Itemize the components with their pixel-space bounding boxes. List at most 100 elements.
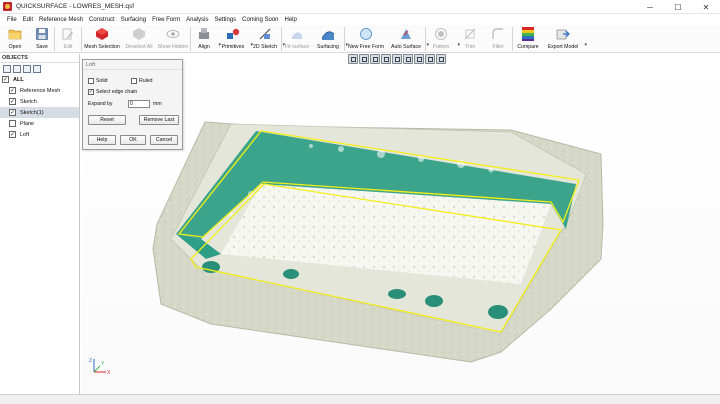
view-top-button[interactable] — [403, 54, 413, 64]
tree-item-all[interactable]: ✓ ALL — [0, 74, 79, 85]
visibility-checkbox[interactable]: ✓ — [9, 131, 16, 138]
filter-icon[interactable] — [23, 64, 31, 73]
auto-surface-button[interactable]: Auto Surface ▾ — [387, 25, 429, 53]
eye-icon — [166, 27, 180, 41]
tree-item-sketch[interactable]: ✓ Sketch — [0, 96, 79, 107]
auto-surface-icon — [399, 27, 413, 41]
compare-button[interactable]: Compare — [513, 25, 543, 53]
remove-last-button[interactable]: Remove Last — [139, 115, 179, 125]
minimize-button[interactable]: ─ — [636, 0, 664, 14]
view-back-button[interactable] — [370, 54, 380, 64]
solid-checkbox[interactable] — [88, 78, 94, 84]
objects-tree: ✓ ALL ✓ Reference Mesh ✓ Sketch ✓ Sketch… — [0, 74, 79, 140]
new-free-form-button[interactable]: New Free Form — [345, 25, 387, 53]
maximize-button[interactable]: ☐ — [664, 0, 692, 14]
tree-item-reference-mesh[interactable]: ✓ Reference Mesh — [0, 85, 79, 96]
tree-item-sketch-1[interactable]: ✓ Sketch(1) — [0, 107, 79, 118]
surface-patch — [283, 269, 299, 279]
trim-icon — [463, 27, 477, 41]
menu-settings[interactable]: Settings — [211, 17, 239, 23]
loft-dialog: Loft Solid Ruled ✓ Select edge chain Exp… — [82, 59, 183, 150]
deselect-all-button[interactable]: Deselect All — [122, 25, 156, 53]
view-left-button[interactable] — [381, 54, 391, 64]
view-shading-button[interactable] — [436, 54, 446, 64]
export-dropdown-caret[interactable]: ▾ — [584, 42, 587, 48]
menu-free-form[interactable]: Free Form — [149, 17, 183, 23]
align-icon — [197, 27, 211, 41]
tree-item-loft[interactable]: ✓ Loft — [0, 129, 79, 140]
mesh-selection-icon — [95, 27, 109, 41]
view-fit-button[interactable] — [425, 54, 435, 64]
objects-panel-header: OBJECTS — [0, 54, 79, 63]
window-title: QUICKSURFACE - LOWRES_MESH.qsf — [16, 3, 135, 10]
open-button[interactable]: Open — [0, 25, 30, 53]
floppy-disk-icon — [35, 27, 49, 41]
tree-item-plane[interactable]: Plane — [0, 118, 79, 129]
axis-x-label: X — [107, 370, 111, 376]
axis-z-label: Z — [89, 358, 92, 364]
cancel-button[interactable]: Cancel — [150, 135, 178, 145]
primitives-button[interactable]: Primitives ▾ — [217, 25, 253, 53]
ruled-option[interactable]: Ruled — [131, 78, 153, 84]
ok-button[interactable]: OK — [120, 135, 146, 145]
menu-reference-mesh[interactable]: Reference Mesh — [36, 17, 86, 23]
export-model-button[interactable]: Export Model ▾ — [543, 25, 587, 53]
expand-by-unit: mm — [153, 101, 162, 107]
menu-coming-soon[interactable]: Coming Soon — [239, 17, 281, 23]
menu-bar: File Edit Reference Mesh Construct Surfa… — [0, 14, 720, 25]
surface-patch — [388, 289, 406, 299]
save-button[interactable]: Save — [30, 25, 54, 53]
close-button[interactable]: ✕ — [692, 0, 720, 14]
visibility-checkbox[interactable]: ✓ — [9, 109, 16, 116]
pattern-icon — [434, 27, 448, 41]
expand-by-input[interactable]: 0 — [128, 100, 150, 108]
sketch-icon — [258, 27, 272, 41]
list-view-icon[interactable] — [3, 64, 11, 73]
menu-edit[interactable]: Edit — [20, 17, 36, 23]
edit-button[interactable]: Edit — [55, 25, 81, 53]
view-iso-button[interactable] — [348, 54, 358, 64]
select-edge-chain-option[interactable]: ✓ Select edge chain — [88, 89, 137, 95]
surfacing-icon — [321, 27, 335, 41]
status-bar — [0, 394, 720, 404]
free-form-icon — [359, 27, 373, 41]
select-edge-chain-checkbox[interactable]: ✓ — [88, 89, 94, 95]
pattern-button[interactable]: Pattern ▾ — [426, 25, 460, 53]
menu-file[interactable]: File — [4, 17, 20, 23]
help-button[interactable]: Help — [88, 135, 116, 145]
expand-by-label: Expand by — [88, 101, 113, 107]
view-bottom-button[interactable] — [414, 54, 424, 64]
menu-surfacing[interactable]: Surfacing — [118, 17, 149, 23]
fit-surface-button[interactable]: Fit surface — [282, 25, 312, 53]
fit-surface-icon — [290, 27, 304, 41]
show-hidden-button[interactable]: Show Hidden — [156, 25, 190, 53]
settings-icon[interactable] — [33, 64, 41, 73]
axis-y-label: Y — [101, 361, 105, 367]
reset-button[interactable]: Reset — [88, 115, 126, 125]
pencil-icon — [61, 27, 75, 41]
export-icon — [556, 27, 570, 41]
visibility-checkbox[interactable]: ✓ — [9, 98, 16, 105]
view-toolbar — [348, 54, 446, 64]
visibility-checkbox[interactable] — [9, 120, 16, 127]
solid-option[interactable]: Solid — [88, 78, 108, 84]
menu-analysis[interactable]: Analysis — [183, 17, 211, 23]
view-front-button[interactable] — [359, 54, 369, 64]
mesh-selection-button[interactable]: Mesh Selection — [82, 25, 122, 53]
fillet-button[interactable]: Fillet — [484, 25, 512, 53]
2d-sketch-button[interactable]: 2D Sketch ▾ — [249, 25, 285, 53]
ruled-checkbox[interactable] — [131, 78, 137, 84]
menu-help[interactable]: Help — [282, 17, 300, 23]
trim-button[interactable]: Trim — [456, 25, 484, 53]
loft-dialog-title: Loft — [83, 60, 182, 70]
visibility-checkbox[interactable]: ✓ — [2, 76, 9, 83]
folder-icon — [8, 27, 22, 41]
menu-construct[interactable]: Construct — [86, 17, 118, 23]
align-button[interactable]: Align ▾ — [191, 25, 221, 53]
window-controls: ─ ☐ ✕ — [636, 0, 720, 14]
tree-view-icon[interactable] — [13, 64, 21, 73]
visibility-checkbox[interactable]: ✓ — [9, 87, 16, 94]
view-right-button[interactable] — [392, 54, 402, 64]
color-map-icon — [521, 27, 535, 41]
surfacing-button[interactable]: Surfacing ▾ — [312, 25, 348, 53]
